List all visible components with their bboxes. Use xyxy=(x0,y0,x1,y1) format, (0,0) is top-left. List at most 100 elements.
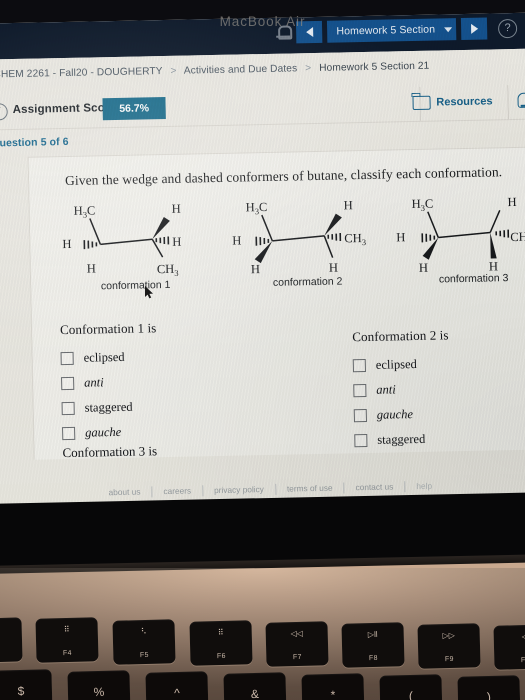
option-2-eclipsed-label: eclipsed xyxy=(375,356,417,372)
keyboard: ▯ ⠿ F4 ⠣ F5 ⠿ F6 ◁◁ F7 ▷ll F8 ▷▷ F9 ◁ F xyxy=(0,600,525,700)
breadcrumb-separator-2: > xyxy=(305,63,312,75)
fast-forward-icon: ▷▷ xyxy=(442,630,455,641)
answer-block-conformation-2: Conformation 2 is eclipsed anti gauche s… xyxy=(352,325,525,459)
molecule-conformation-1: H3C H H H H CH3 conformation 1 xyxy=(51,194,218,307)
footer-link-help[interactable]: help xyxy=(405,480,443,492)
breadcrumb-course[interactable]: versity - CHEM 2261 - Fall20 - DOUGHERTY xyxy=(0,66,163,81)
molecule-row: H3C H H H H CH3 conformation 1 H3C H H C… xyxy=(51,187,525,307)
option-1-eclipsed[interactable]: eclipsed xyxy=(60,346,311,366)
folder-icon xyxy=(412,95,431,111)
option-1-gauche[interactable]: gauche xyxy=(62,421,312,441)
option-1-anti[interactable]: anti xyxy=(61,371,311,391)
checkbox-1-staggered[interactable] xyxy=(61,401,75,416)
svg-text:CH3: CH3 xyxy=(344,231,366,247)
dashed-bond-left-3 xyxy=(421,233,436,243)
key-f9-label: F9 xyxy=(444,655,454,664)
checkbox-2-anti[interactable] xyxy=(353,384,367,398)
play-pause-icon: ▷ll xyxy=(367,629,378,640)
option-2-staggered[interactable]: staggered xyxy=(354,429,525,449)
answer-block-conformation-1: Conformation 1 is eclipsed anti staggere… xyxy=(60,317,313,451)
footer-link-contact-us[interactable]: contact us xyxy=(344,481,406,494)
key-f7-label: F7 xyxy=(292,653,302,662)
dashed-bond-right-3 xyxy=(495,229,510,238)
option-2-eclipsed[interactable]: eclipsed xyxy=(352,354,525,374)
keyboard-bright-icon: ⠿ xyxy=(217,627,224,638)
checkbox-2-eclipsed[interactable] xyxy=(352,359,366,373)
option-2-gauche[interactable]: gauche xyxy=(353,404,525,424)
info-icon[interactable]: i xyxy=(0,103,8,121)
key-caret[interactable]: ^ xyxy=(145,671,209,700)
molecule-conformation-2: H3C H H CH3 H H conformation 2 xyxy=(223,191,390,304)
checkbox-2-gauche[interactable] xyxy=(353,409,367,423)
key-f3[interactable]: ▯ xyxy=(0,617,23,663)
assignment-score-bar: i Assignment Score: 56.7% Resources xyxy=(0,83,525,132)
browser-screen: Homework 5 Section ? versity - CHEM 2261… xyxy=(0,11,525,537)
key-f6[interactable]: ⠿ F6 xyxy=(189,620,253,666)
keyboard-dim-icon: ⠣ xyxy=(140,626,147,637)
key-percent[interactable]: % xyxy=(67,670,131,700)
key-asterisk[interactable]: * xyxy=(301,673,365,700)
resources-button[interactable]: Resources xyxy=(412,94,493,111)
footer-link-about-us[interactable]: about us xyxy=(97,486,153,499)
question-prompt: Given the wedge and dashed conformers of… xyxy=(64,164,503,189)
key-f5-label: F5 xyxy=(139,651,149,660)
key-ampersand-symbol: & xyxy=(250,686,260,700)
key-f6-label: F6 xyxy=(216,652,226,661)
key-percent-symbol: % xyxy=(93,684,105,700)
svg-text:H3C: H3C xyxy=(411,197,433,213)
breadcrumb-section[interactable]: Activities and Due Dates xyxy=(184,63,298,76)
option-1-staggered-label: staggered xyxy=(84,399,133,415)
label-1-back-right: H xyxy=(172,235,181,249)
svg-text:H: H xyxy=(251,262,260,276)
laptop-brand-label: MacBook Air xyxy=(219,14,306,29)
key-dollar[interactable]: $ xyxy=(0,669,53,700)
footer-link-terms-of-use[interactable]: terms of use xyxy=(275,482,345,495)
key-f4-label: F4 xyxy=(62,649,72,658)
caption-conformation-1: conformation 1 xyxy=(100,278,171,293)
option-2-gauche-label: gauche xyxy=(376,407,414,422)
option-1-eclipsed-label: eclipsed xyxy=(83,349,125,365)
key-f5[interactable]: ⠣ F5 xyxy=(112,619,176,665)
footer-link-privacy-policy[interactable]: privacy policy xyxy=(202,483,277,497)
option-1-staggered[interactable]: staggered xyxy=(61,396,312,416)
key-paren-open[interactable]: ( xyxy=(379,674,443,700)
svg-text:CH3: CH3 xyxy=(510,230,525,246)
key-f10[interactable]: ◁ F1 xyxy=(493,624,525,670)
key-asterisk-symbol: * xyxy=(330,687,336,700)
assignment-score-badge: 56.7% xyxy=(102,96,166,121)
svg-text:H: H xyxy=(343,198,352,212)
wedge-bond-3b xyxy=(490,232,497,259)
lightbulb-icon[interactable] xyxy=(517,92,525,108)
key-ampersand[interactable]: & xyxy=(223,672,287,700)
key-f8[interactable]: ▷ll F8 xyxy=(341,622,405,668)
answer-3-title: Conformation 3 is xyxy=(62,443,158,461)
option-1-anti-label: anti xyxy=(84,375,104,390)
mouse-cursor-icon xyxy=(145,286,153,299)
breadcrumb: versity - CHEM 2261 - Fall20 - DOUGHERTY… xyxy=(0,58,525,82)
answer-1-title: Conformation 1 is xyxy=(59,320,157,338)
checkbox-2-staggered[interactable] xyxy=(354,434,368,448)
svg-text:H: H xyxy=(507,195,516,209)
svg-text:H3C: H3C xyxy=(246,200,268,216)
checkbox-1-gauche[interactable] xyxy=(62,426,76,441)
breadcrumb-current: Homework 5 Section 21 xyxy=(319,60,430,74)
footer-link-careers[interactable]: careers xyxy=(152,485,204,498)
resources-label: Resources xyxy=(436,95,493,109)
key-paren-close[interactable]: ) xyxy=(457,675,521,700)
option-2-anti[interactable]: anti xyxy=(353,379,525,399)
option-2-staggered-label: staggered xyxy=(377,431,426,447)
checkbox-1-anti[interactable] xyxy=(61,376,75,391)
key-paren-close-symbol: ) xyxy=(486,689,492,700)
svg-text:H: H xyxy=(232,233,241,247)
label-1-upper-left: H3C xyxy=(74,203,96,219)
divider-right xyxy=(507,85,509,120)
label-1-lower-left: H xyxy=(87,261,96,275)
key-f4[interactable]: ⠿ F4 xyxy=(35,617,99,663)
dashed-bond-right-2 xyxy=(327,232,342,242)
wedge-bond-2a xyxy=(324,213,342,236)
checkbox-1-eclipsed[interactable] xyxy=(60,351,74,366)
wedge-bond-1 xyxy=(152,217,170,240)
key-paren-open-symbol: ( xyxy=(408,688,414,700)
key-f9[interactable]: ▷▷ F9 xyxy=(417,623,481,669)
key-f7[interactable]: ◁◁ F7 xyxy=(265,621,329,667)
